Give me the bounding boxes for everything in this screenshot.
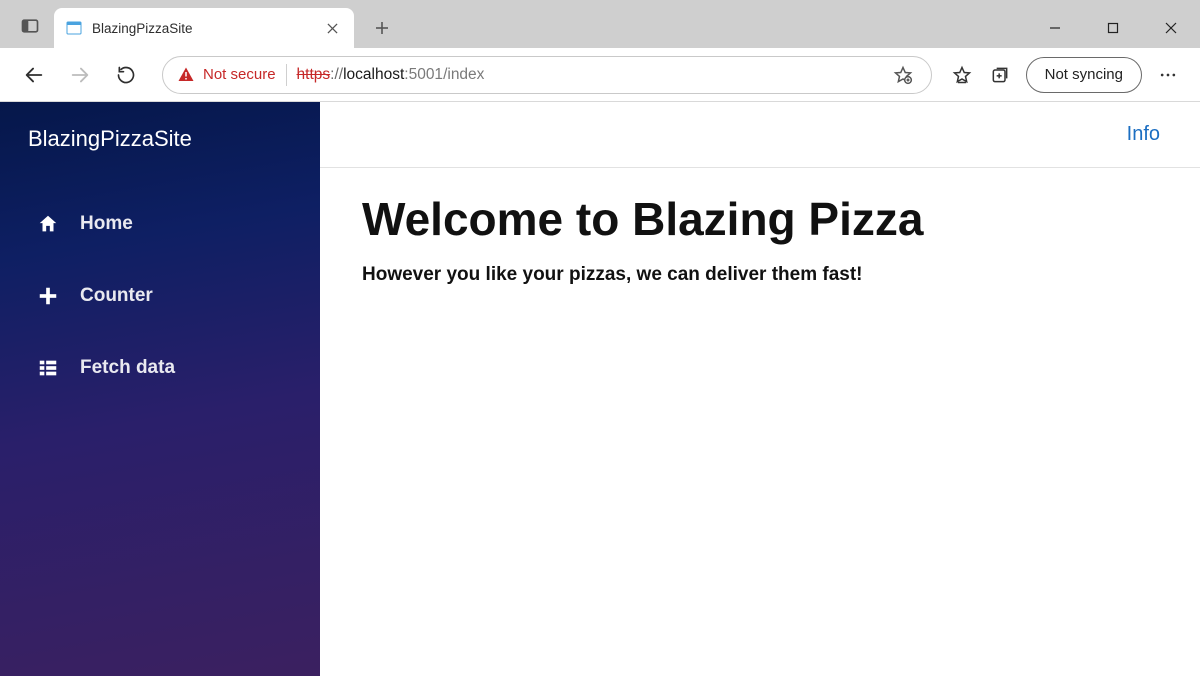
- main-area: Info Welcome to Blazing Pizza However yo…: [320, 102, 1200, 676]
- sync-button[interactable]: Not syncing: [1026, 57, 1142, 93]
- url-scheme-sep: ://: [330, 66, 343, 84]
- title-bar: BlazingPizzaSite: [0, 0, 1200, 48]
- maximize-button[interactable]: [1084, 8, 1142, 48]
- warning-icon: [177, 66, 195, 84]
- new-tab-button[interactable]: [364, 10, 400, 46]
- page-heading: Welcome to Blazing Pizza: [362, 192, 1158, 246]
- page-star-icon[interactable]: [885, 57, 921, 93]
- tab-actions-icon[interactable]: [16, 12, 44, 40]
- app-root: BlazingPizzaSite Home Counter: [0, 102, 1200, 676]
- brand-title: BlazingPizzaSite: [0, 102, 320, 182]
- info-link[interactable]: Info: [1127, 123, 1160, 146]
- favorites-icon[interactable]: [944, 57, 980, 93]
- favicon-icon: [66, 20, 82, 36]
- security-badge[interactable]: Not secure: [177, 66, 276, 84]
- sidebar-item-label: Home: [80, 213, 133, 235]
- url-path: /index: [443, 66, 484, 84]
- tab-title: BlazingPizzaSite: [92, 21, 312, 36]
- settings-menu-icon[interactable]: [1150, 57, 1186, 93]
- browser-toolbar: Not secure https :// localhost :5001 /in…: [0, 48, 1200, 102]
- page-content: Welcome to Blazing Pizza However you lik…: [320, 168, 1200, 310]
- sidebar-item-home[interactable]: Home: [0, 188, 320, 260]
- sidebar-nav: Home Counter Fetch data: [0, 182, 320, 404]
- close-window-button[interactable]: [1142, 8, 1200, 48]
- list-icon: [36, 356, 60, 380]
- sidebar-item-fetchdata[interactable]: Fetch data: [0, 332, 320, 404]
- address-divider: [286, 64, 287, 86]
- url-scheme: https: [297, 66, 331, 84]
- forward-button[interactable]: [60, 55, 100, 95]
- home-icon: [36, 212, 60, 236]
- toolbar-right: Not syncing: [944, 57, 1186, 93]
- page-subtext: However you like your pizzas, we can del…: [362, 264, 1158, 286]
- url-port: :5001: [404, 66, 443, 84]
- minimize-button[interactable]: [1026, 8, 1084, 48]
- sidebar-item-label: Counter: [80, 285, 153, 307]
- plus-icon: [36, 284, 60, 308]
- window-controls: [1026, 8, 1200, 48]
- browser-chrome: BlazingPizzaSite: [0, 0, 1200, 102]
- sidebar: BlazingPizzaSite Home Counter: [0, 102, 320, 676]
- url-host: localhost: [343, 66, 404, 84]
- content-topbar: Info: [320, 102, 1200, 168]
- refresh-button[interactable]: [106, 55, 146, 95]
- back-button[interactable]: [14, 55, 54, 95]
- sidebar-item-counter[interactable]: Counter: [0, 260, 320, 332]
- tab-close-icon[interactable]: [322, 18, 342, 38]
- collections-icon[interactable]: [982, 57, 1018, 93]
- sidebar-item-label: Fetch data: [80, 357, 175, 379]
- address-bar[interactable]: Not secure https :// localhost :5001 /in…: [162, 56, 932, 94]
- tab-strip: BlazingPizzaSite: [10, 0, 1026, 48]
- not-secure-label: Not secure: [203, 66, 276, 83]
- sync-label: Not syncing: [1045, 66, 1123, 83]
- url-text: https :// localhost :5001 /index: [297, 66, 485, 84]
- browser-tab[interactable]: BlazingPizzaSite: [54, 8, 354, 48]
